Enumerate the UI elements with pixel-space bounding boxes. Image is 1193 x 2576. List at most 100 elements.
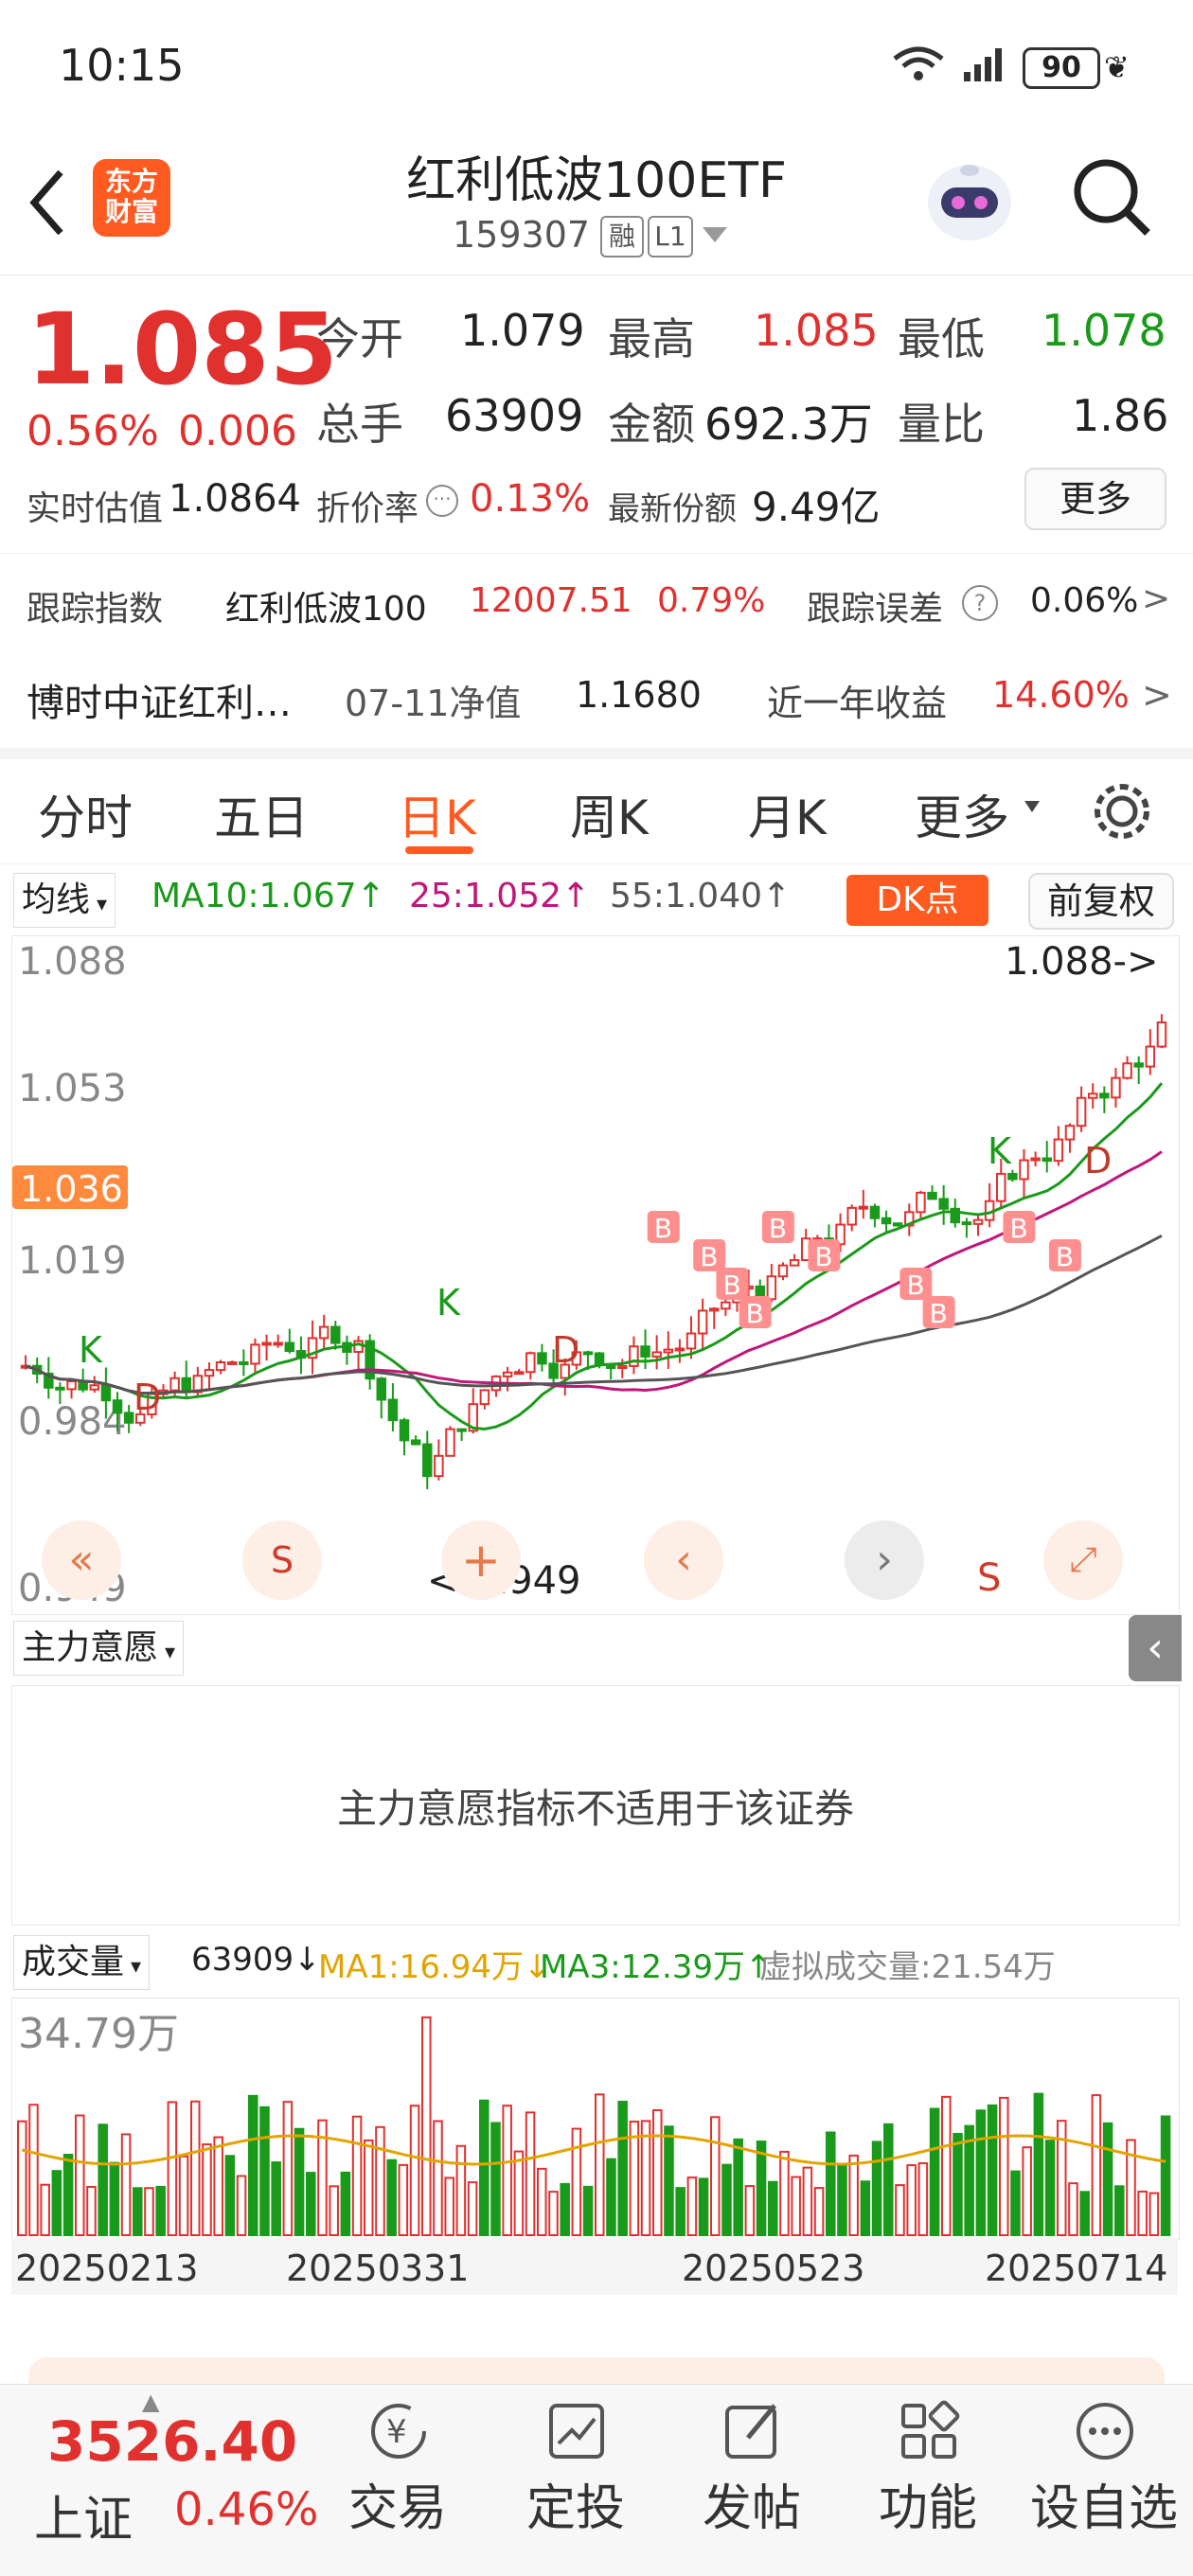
tab-zhouk[interactable]: 周K (570, 780, 649, 848)
nav-post[interactable]: 发帖 (686, 2398, 818, 2539)
candle-body (777, 1264, 789, 1278)
candle-body (456, 1428, 467, 1432)
rewind-icon[interactable]: « (42, 1520, 121, 1600)
indicator-selector[interactable]: 主力意愿 ▾ (13, 1621, 185, 1676)
caret-down-icon: ▾ (158, 1641, 176, 1664)
help-icon[interactable]: ? (962, 585, 998, 621)
candle-body (387, 1398, 399, 1422)
volume-bar (490, 2122, 501, 2236)
premium-label: 折价率 (316, 489, 419, 528)
volume-bar (721, 2163, 732, 2237)
candle-body (55, 1386, 65, 1391)
more-button[interactable]: 更多 (1024, 468, 1166, 530)
high-label: 最高 (608, 313, 695, 364)
volume-label: 总手 (316, 399, 403, 450)
candle-body (226, 1361, 238, 1366)
tab-yuek[interactable]: 月K (748, 780, 827, 848)
candle-body (330, 1325, 341, 1344)
candle-body (445, 1428, 455, 1457)
volume-bar (409, 2105, 420, 2236)
sell-filter-button[interactable]: S (242, 1520, 322, 1600)
candle-body (525, 1352, 536, 1374)
tab-rik[interactable]: 日K (398, 780, 476, 848)
volume-bar (791, 2176, 801, 2236)
dropdown-triangle-icon[interactable] (701, 223, 729, 250)
volume-bar (582, 2185, 594, 2236)
volume-bar (987, 2104, 998, 2236)
current-price-tag-text: 1.036 (20, 1168, 123, 1210)
volume-bar (444, 2176, 454, 2236)
nav-trade[interactable]: ¥ 交易 (331, 2398, 464, 2539)
date-label: 20250714 (985, 2247, 1168, 2289)
nav-functions[interactable]: 功能 (862, 2398, 994, 2539)
volume-chart[interactable]: 34.79万 (11, 1998, 1180, 2240)
candle-body (881, 1217, 892, 1225)
signal-label: K (79, 1329, 103, 1371)
gear-icon[interactable] (1089, 778, 1155, 844)
index-name[interactable]: 上证 (34, 2479, 133, 2550)
tab-wuri[interactable]: 五日 (214, 780, 309, 848)
ratio-value: 1.86 (1072, 390, 1169, 441)
volume-selector[interactable]: 成交量 ▾ (13, 1935, 151, 1990)
robot-assistant-icon[interactable] (922, 153, 1017, 248)
collapse-panel-icon[interactable]: ‹ (1129, 1615, 1182, 1681)
search-icon[interactable] (1070, 155, 1155, 240)
next-icon[interactable]: › (845, 1520, 924, 1600)
ma55-line (25, 1234, 1163, 1395)
nav-watchlist[interactable]: 设自选 (1024, 2398, 1184, 2539)
date-axis: 20250213 20250331 20250523 20250714 (11, 2238, 1178, 2295)
adjust-button[interactable]: 前复权 (1028, 873, 1174, 930)
fullscreen-icon[interactable]: ⤢ (1043, 1520, 1123, 1600)
fund-name[interactable]: 博时中证红利… (27, 672, 292, 727)
volume-bar (178, 2155, 189, 2237)
volume-bar (1033, 2092, 1044, 2236)
volume-bar (306, 2172, 316, 2237)
candle-body (513, 1371, 525, 1376)
volume-bar (848, 2154, 859, 2236)
active-tab-indicator (405, 846, 473, 854)
ma-selector-label: 均线 (22, 880, 91, 919)
caret-down-icon[interactable] (1023, 799, 1042, 818)
leaf-icon: ❦ (1104, 49, 1130, 85)
ma-selector[interactable]: 均线 ▾ (13, 873, 116, 928)
candle-body (1053, 1138, 1064, 1163)
volume-bar (155, 2185, 166, 2237)
volume-bar (502, 2105, 512, 2236)
tab-fenshi[interactable]: 分时 (38, 780, 133, 848)
candle-body (1019, 1159, 1029, 1181)
chevron-right-icon[interactable]: > (1142, 579, 1170, 618)
buy-marker-label: B (1056, 1241, 1074, 1272)
candle-body (215, 1361, 226, 1372)
volume-bar (953, 2132, 963, 2236)
candle-body (869, 1205, 881, 1219)
volume-bar (433, 2120, 443, 2236)
zoom-in-icon[interactable]: + (441, 1520, 521, 1600)
candle-body (434, 1454, 444, 1478)
volume-ma3: MA3:12.39万↑ (540, 1948, 773, 1986)
candle-body (422, 1443, 433, 1478)
level-badge: L1 (648, 216, 693, 258)
candle-body (697, 1309, 708, 1335)
prev-icon[interactable]: ‹ (644, 1520, 723, 1600)
candle-body (858, 1205, 869, 1210)
buy-marker-label: B (746, 1298, 764, 1329)
volume-value: 63909↓ (191, 1941, 321, 1979)
volume-bar (548, 2191, 559, 2236)
date-label: 20250213 (15, 2247, 199, 2289)
dk-point-button[interactable]: DK点 (846, 875, 988, 926)
candle-body (250, 1343, 260, 1365)
tab-more[interactable]: 更多 (915, 780, 1009, 848)
iopv-value: 1.0864 (169, 477, 301, 521)
more-dots-icon[interactable]: ··· (426, 485, 458, 517)
tracking-index-name[interactable]: 红利低波100 (225, 581, 427, 631)
volume-bar (202, 2143, 212, 2236)
chevron-right-icon[interactable]: > (1142, 674, 1172, 716)
nav-invest[interactable]: 定投 (509, 2398, 642, 2539)
trend-chart-icon (543, 2398, 642, 2468)
volume-svg: 34.79万 (17, 2010, 1171, 2237)
kline-chart[interactable]: 1.088 1.053 1.019 0.984 0.949 1.036 1.08… (11, 935, 1180, 1615)
candle-body (1007, 1172, 1018, 1181)
index-value[interactable]: 3526.40 (47, 2409, 297, 2474)
volume-bar (224, 2155, 236, 2237)
candle-body (261, 1341, 272, 1346)
